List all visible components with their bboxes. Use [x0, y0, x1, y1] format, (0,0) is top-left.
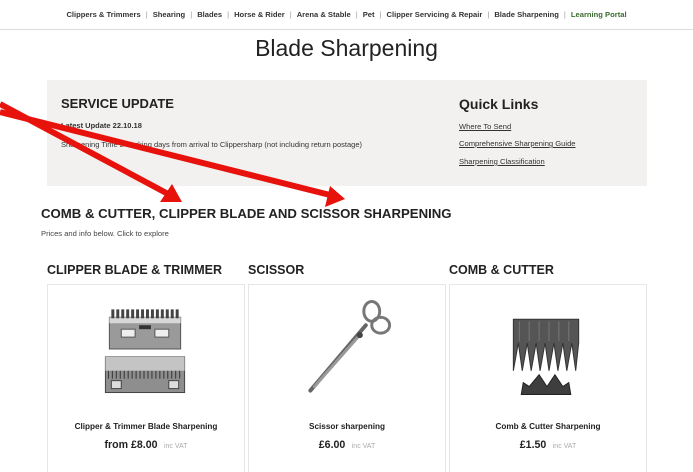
product-price: from £8.00	[104, 439, 158, 451]
nav-shearing[interactable]: Shearing	[153, 10, 186, 19]
nav-separator: |	[355, 10, 358, 19]
section-heading: COMB & CUTTER, CLIPPER BLADE AND SCISSOR…	[41, 206, 452, 221]
product-card-scissor[interactable]: Scissor sharpening £6.00 inc VAT	[248, 284, 446, 472]
product-price: £1.50	[519, 439, 547, 451]
link-sharpening-guide[interactable]: Comprehensive Sharpening Guide	[459, 139, 576, 148]
nav-horse-rider[interactable]: Horse & Rider	[234, 10, 285, 19]
nav-pet[interactable]: Pet	[363, 10, 375, 19]
product-price-line: £1.50 inc VAT	[450, 435, 646, 453]
clipper-blade-image	[104, 309, 186, 394]
nav-separator: |	[379, 10, 382, 19]
nav-separator: |	[487, 10, 490, 19]
service-update-heading: SERVICE UPDATE	[61, 96, 174, 111]
quick-links-heading: Quick Links	[459, 96, 539, 112]
comb-cutter-image	[512, 318, 580, 396]
vat-label: inc VAT	[552, 443, 577, 450]
product-name: Scissor sharpening	[309, 422, 385, 431]
nav-blade-sharpening[interactable]: Blade Sharpening	[494, 10, 559, 19]
red-arrow-1-head	[160, 184, 182, 202]
category-heading-scissor: SCISSOR	[248, 263, 305, 277]
category-heading-clipper: CLIPPER BLADE & TRIMMER	[47, 263, 222, 277]
section-subtitle: Prices and info below. Click to explore	[41, 229, 169, 238]
service-update-panel: SERVICE UPDATE Latest Update 22.10.18 Sh…	[47, 80, 647, 186]
nav-clippers-trimmers[interactable]: Clippers & Trimmers	[66, 10, 140, 19]
product-name: Comb & Cutter Sharpening	[495, 422, 601, 431]
nav-arena-stable[interactable]: Arena & Stable	[297, 10, 351, 19]
product-card-clipper-blade[interactable]: Clipper & Trimmer Blade Sharpening from …	[47, 284, 245, 472]
nav-separator: |	[190, 10, 193, 19]
vat-label: inc VAT	[351, 443, 376, 450]
product-price-line: from £8.00 inc VAT	[48, 435, 244, 453]
link-sharpening-classification[interactable]: Sharpening Classification	[459, 157, 545, 166]
red-arrow-2-head	[325, 186, 345, 207]
service-update-date: Latest Update 22.10.18	[61, 121, 142, 130]
product-name: Clipper & Trimmer Blade Sharpening	[74, 422, 218, 431]
page-title: Blade Sharpening	[255, 35, 438, 61]
nav-separator: |	[145, 10, 148, 19]
scissor-image	[308, 299, 392, 393]
top-navigation: Clippers & Trimmers | Shearing | Blades …	[0, 0, 693, 30]
nav-separator: |	[563, 10, 566, 19]
product-price-line: £6.00 inc VAT	[249, 435, 445, 453]
nav-learning-portal[interactable]: Learning Portal	[571, 10, 627, 19]
service-update-time: Sharpening Time 2 working days from arri…	[61, 140, 362, 149]
vat-label: inc VAT	[163, 443, 188, 450]
product-price: £6.00	[318, 439, 346, 451]
nav-separator: |	[227, 10, 230, 19]
product-card-comb-cutter[interactable]: Comb & Cutter Sharpening £1.50 inc VAT	[449, 284, 647, 472]
nav-clipper-servicing-repair[interactable]: Clipper Servicing & Repair	[387, 10, 483, 19]
nav-separator: |	[289, 10, 292, 19]
nav-blades[interactable]: Blades	[197, 10, 222, 19]
category-heading-comb-cutter: COMB & CUTTER	[449, 263, 554, 277]
link-where-to-send[interactable]: Where To Send	[459, 122, 511, 131]
